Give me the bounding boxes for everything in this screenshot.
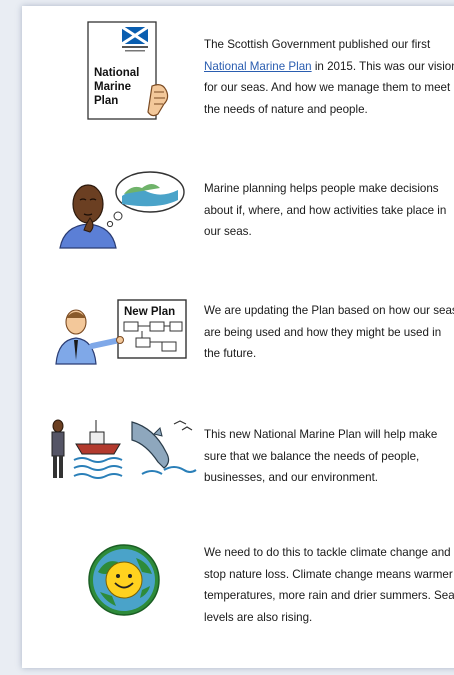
- section-text: Marine planning helps people make decisi…: [204, 178, 454, 243]
- text-line: Marine planning helps people make decisi…: [204, 182, 439, 195]
- text-line: our seas.: [204, 225, 252, 238]
- text-line: sure that we balance the needs of people…: [204, 449, 420, 463]
- document-page: National Marine Plan The Scottish Govern…: [22, 6, 454, 668]
- section-text: We are updating the Plan based on how ou…: [204, 300, 454, 365]
- text-line: for our seas. And how we manage them to …: [204, 81, 451, 94]
- smiling-earth-icon: [86, 542, 162, 618]
- presenter-new-plan-icon: New Plan: [52, 294, 192, 366]
- text-line: businesses, and our environment.: [204, 471, 379, 484]
- text-line: We are updating the Plan based on how ou…: [204, 304, 454, 317]
- text-line: the future.: [204, 347, 257, 360]
- doc-title-line: National: [94, 67, 139, 79]
- text-line: about if, where, and how activities take…: [204, 203, 447, 217]
- section-text: This new National Marine Plan will help …: [204, 424, 454, 489]
- fisherman-boat-dolphin-icon: [46, 414, 198, 484]
- section-text: We need to do this to tackle climate cha…: [204, 542, 454, 628]
- doc-title-line: Marine: [94, 81, 131, 93]
- national-marine-plan-document-icon: National Marine Plan: [86, 20, 176, 124]
- text-line: We need to do this to tackle climate cha…: [204, 546, 451, 559]
- person-thinking-about-sea-icon: [52, 166, 187, 250]
- text-line: temperatures, more rain and drier summer…: [204, 589, 454, 602]
- text-line: the needs of nature and people.: [204, 102, 368, 116]
- section-text: The Scottish Government published our fi…: [204, 34, 454, 120]
- board-title: New Plan: [124, 306, 175, 318]
- text-before-link: The Scottish Government published our fi…: [204, 38, 431, 51]
- text-line: stop nature loss. Climate change means w…: [204, 567, 453, 581]
- doc-title-line: Plan: [94, 95, 118, 107]
- text-after-link: in 2015. This was our vision: [311, 59, 454, 73]
- text-line: levels are also rising.: [204, 610, 313, 624]
- national-marine-plan-link[interactable]: National Marine Plan: [204, 60, 312, 73]
- text-line: This new National Marine Plan will help …: [204, 428, 438, 441]
- text-line: are being used and how they might be use…: [204, 325, 442, 339]
